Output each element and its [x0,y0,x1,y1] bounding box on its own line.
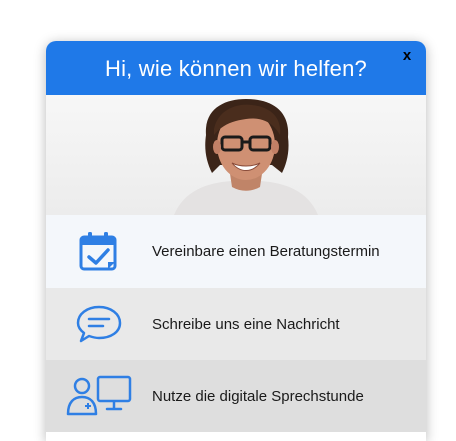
contact-widget: Hi, wie können wir helfen? x Vereinbare … [46,41,426,441]
option-appointment-label: Vereinbare einen Beratungstermin [152,243,380,260]
close-button[interactable]: x [400,48,414,64]
advisor-photo [46,95,426,215]
calendar-check-icon [46,230,152,274]
option-message[interactable]: Schreibe uns eine Nachricht [46,288,426,360]
chat-bubble-icon [46,303,152,345]
option-message-label: Schreibe uns eine Nachricht [152,315,340,333]
widget-header: Hi, wie können wir helfen? x [46,41,426,95]
video-consultation-icon [46,374,152,418]
option-video-consultation-label: Nutze die digitale Sprechstunde [152,387,364,405]
header-title: Hi, wie können wir helfen? [104,56,367,81]
advisor-portrait-image [174,99,318,215]
option-video-consultation[interactable]: Nutze die digitale Sprechstunde [46,360,426,432]
option-appointment[interactable]: Vereinbare einen Beratungstermin [46,215,426,288]
